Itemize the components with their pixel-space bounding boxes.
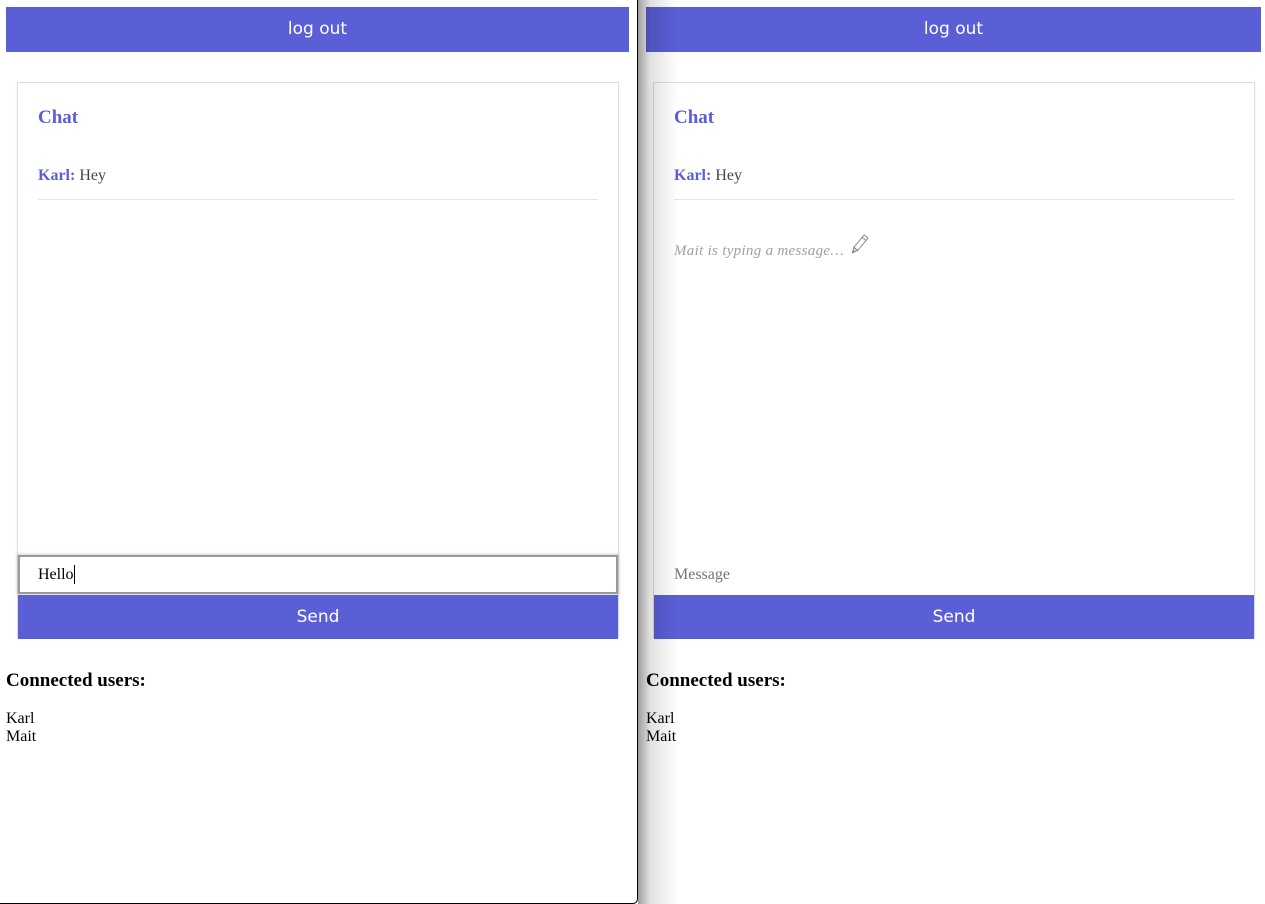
user-item: Mait xyxy=(646,728,677,745)
typing-indicator-text: Mait is typing a message… xyxy=(674,243,844,259)
message-input[interactable] xyxy=(18,555,618,594)
text-cursor xyxy=(74,565,75,584)
chat-panel: Chat Karl: Hey Mait is typing a message…… xyxy=(653,82,1255,639)
typing-indicator: Mait is typing a message… xyxy=(674,233,869,262)
logout-button[interactable]: log out xyxy=(646,7,1261,52)
connected-users-list: Karl Mait xyxy=(6,710,36,746)
send-button[interactable]: Send xyxy=(654,595,1254,639)
message-text: Hey xyxy=(715,167,742,184)
user-item: Karl xyxy=(646,710,675,727)
chat-message: Karl: Hey xyxy=(38,167,598,200)
connected-users-title: Connected users: xyxy=(6,670,146,691)
chat-title: Chat xyxy=(674,107,715,128)
chat-panel: Chat Karl: Hey Send xyxy=(17,82,619,639)
connected-users-list: Karl Mait xyxy=(646,710,676,746)
chat-message: Karl: Hey xyxy=(674,167,1234,200)
message-input[interactable] xyxy=(654,555,1254,594)
browser-window-left: log out Chat Karl: Hey Send Connected us… xyxy=(0,0,638,904)
connected-users-title: Connected users: xyxy=(646,670,786,691)
user-item: Karl xyxy=(6,710,35,727)
message-author: Karl: xyxy=(38,167,76,184)
browser-window-right: log out Chat Karl: Hey Mait is typing a … xyxy=(639,0,1265,904)
send-button[interactable]: Send xyxy=(18,595,618,639)
user-item: Mait xyxy=(6,728,37,745)
logout-button[interactable]: log out xyxy=(6,7,629,52)
message-text: Hey xyxy=(79,167,106,184)
message-author: Karl: xyxy=(674,167,712,184)
pencil-icon xyxy=(850,233,869,262)
chat-title: Chat xyxy=(38,107,79,128)
